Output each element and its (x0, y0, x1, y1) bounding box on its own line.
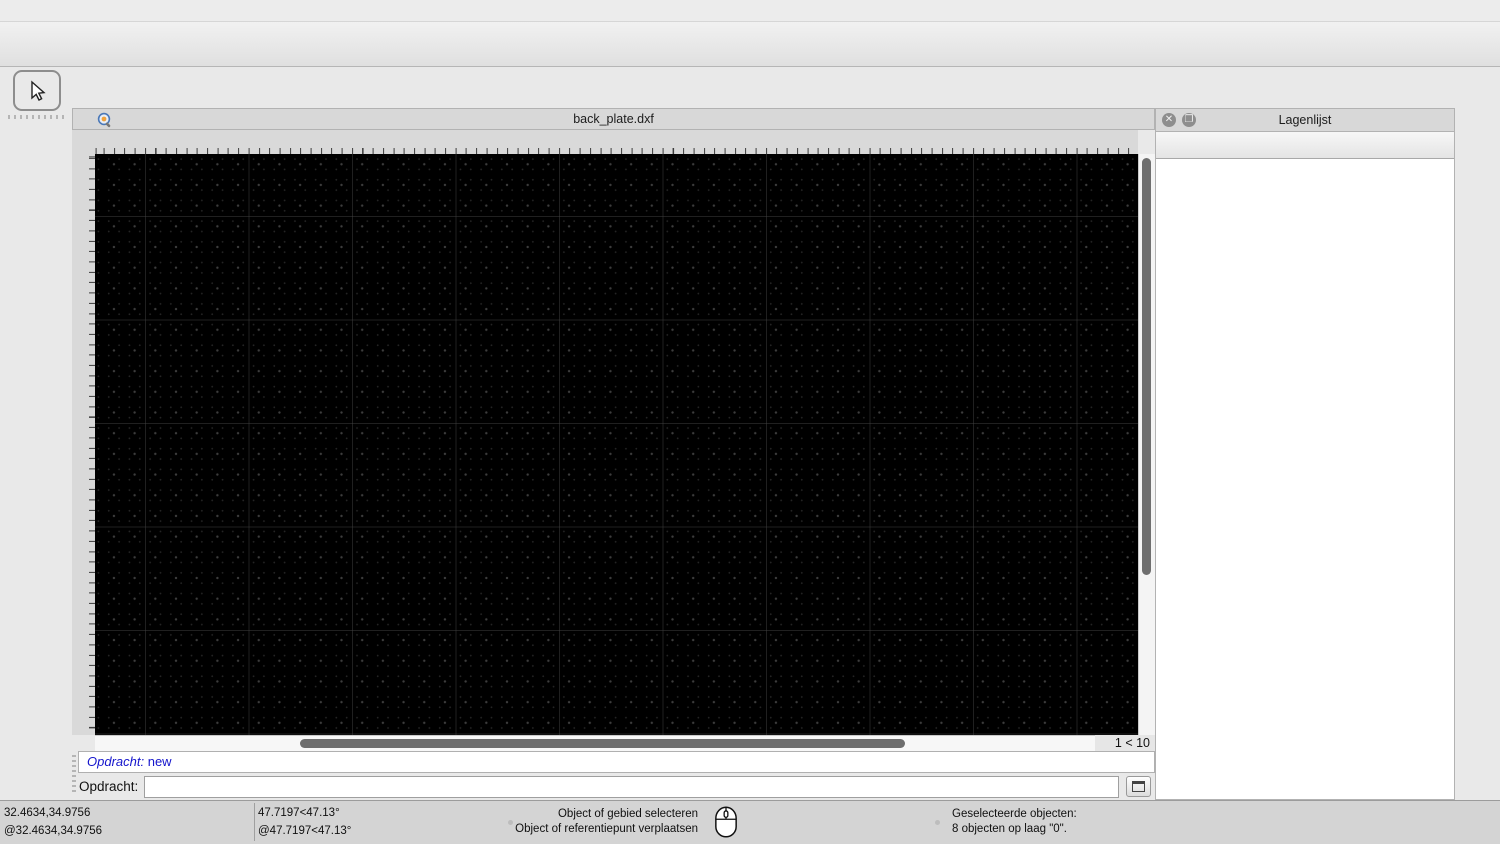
layer-list-panel: ✕ ❐ Lagenlijst (1155, 108, 1455, 800)
menu-bar (0, 0, 1500, 22)
mouse-icon (715, 806, 737, 838)
horizontal-ruler (95, 130, 1138, 154)
mouse-hints: Object of gebied selecteren Object of re… (400, 807, 698, 837)
absolute-polar: 47.7197<47.13° (258, 807, 340, 819)
selection-title: Geselecteerde objecten: (952, 808, 1077, 820)
float-panel-button[interactable]: ❐ (1182, 113, 1196, 127)
layer-panel-toolbar (1156, 132, 1454, 159)
vertical-scrollbar-thumb[interactable] (1142, 158, 1151, 575)
layer-panel-title: Lagenlijst (1278, 113, 1332, 127)
command-dock: Opdracht: new Opdracht: (72, 751, 1155, 800)
selection-info: Geselecteerde objecten: 8 objecten op la… (952, 807, 1077, 837)
selection-detail: 8 objecten op laag "0". (952, 823, 1067, 835)
absolute-coordinates: 32.4634,34.9756 (4, 807, 91, 819)
horizontal-scrollbar-thumb[interactable] (300, 739, 905, 748)
layer-panel-header: ✕ ❐ Lagenlijst (1156, 109, 1454, 132)
horizontal-scrollbar[interactable] (95, 735, 1095, 751)
command-history-value: new (147, 754, 172, 769)
command-options-button[interactable] (1126, 776, 1151, 797)
cursor-arrow-icon (31, 79, 46, 101)
right-click-hint: Object of referentiepunt verplaatsen (515, 823, 698, 835)
command-prompt-label: Opdracht: (79, 779, 139, 794)
window-title: back_plate.dxf (573, 112, 654, 126)
window-glyph-icon (1132, 781, 1145, 792)
command-input-row: Opdracht: (72, 773, 1155, 800)
command-history-line: Opdracht: new (78, 751, 1155, 773)
ruler-corner (72, 130, 95, 154)
command-input[interactable] (144, 775, 1119, 798)
left-click-hint: Object of gebied selecteren (557, 808, 698, 820)
dock-widget-strip (1455, 108, 1500, 800)
status-bar: 32.4634,34.9756 @32.4634,34.9756 47.7197… (0, 800, 1500, 844)
select-tool-button[interactable] (13, 70, 61, 111)
drawing-canvas[interactable] (95, 154, 1138, 735)
command-history-label: Opdracht: (87, 754, 145, 769)
palette-separator (8, 115, 64, 119)
close-panel-button[interactable]: ✕ (1162, 113, 1176, 127)
status-splitter-dot (935, 820, 940, 825)
relative-polar: @47.7197<47.13° (258, 825, 352, 837)
zoom-ratio-label: 1 < 10 (1095, 735, 1155, 751)
status-divider (254, 803, 255, 841)
cad-application: back_plate.dxf 1 < 10 ✕ ❐ Lagenlijst Opd… (0, 0, 1500, 844)
document-zoom-icon (97, 112, 111, 128)
drawing-window-titlebar[interactable]: back_plate.dxf (72, 108, 1155, 130)
tool-palette (0, 67, 72, 800)
relative-coordinates: @32.4634,34.9756 (4, 825, 103, 837)
vertical-ruler (72, 154, 95, 735)
vertical-scrollbar[interactable] (1138, 154, 1155, 735)
main-toolbar (0, 22, 1500, 67)
